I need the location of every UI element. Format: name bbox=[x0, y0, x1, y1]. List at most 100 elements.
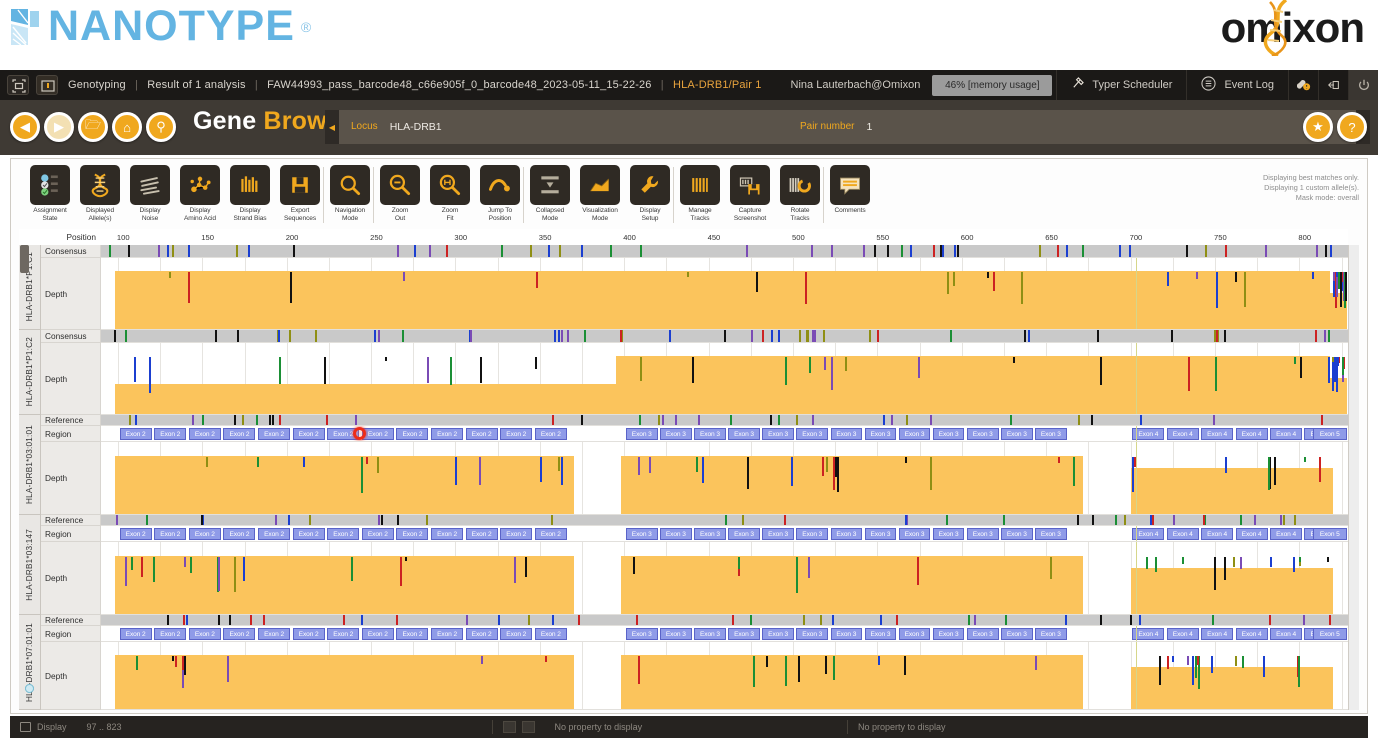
exon-block[interactable]: Exon 4 bbox=[1235, 428, 1268, 440]
exon-block[interactable]: Exon 3 bbox=[728, 628, 760, 640]
exon-block[interactable]: Exon 5 bbox=[1312, 628, 1347, 640]
exon-block[interactable]: Exon 4 bbox=[1132, 528, 1165, 540]
assignment-state-tool[interactable]: Assignment State bbox=[29, 165, 71, 223]
exon-block[interactable]: Exon 4 bbox=[1235, 628, 1268, 640]
exon-block[interactable]: Exon 2 bbox=[188, 528, 221, 540]
export-sequences-tool[interactable]: Export Sequences bbox=[279, 165, 321, 223]
exon-block[interactable]: Exon 3 bbox=[762, 528, 794, 540]
exon-block[interactable]: Exon 2 bbox=[327, 628, 360, 640]
region-track[interactable]: Exon 2 Exon 2 Exon 2 Exon 2 Exon 2 Exon 2 Exon… bbox=[101, 626, 1348, 642]
lane-label[interactable]: HLA-DRB1*P1:C2 bbox=[19, 330, 41, 415]
reference-track[interactable] bbox=[101, 515, 1348, 526]
navigation-mode-tool[interactable]: Navigation Mode bbox=[323, 165, 371, 223]
exon-block[interactable]: Exon 3 bbox=[660, 428, 692, 440]
exon-block[interactable]: Exon 2 bbox=[119, 428, 152, 440]
exon-block[interactable]: Exon 4 bbox=[1235, 528, 1268, 540]
depth-track[interactable] bbox=[101, 343, 1348, 415]
exon-block[interactable]: Exon 2 bbox=[465, 428, 498, 440]
exon-block[interactable]: Exon 2 bbox=[431, 428, 464, 440]
grid-view-icon[interactable] bbox=[521, 721, 535, 733]
breadcrumb-sample[interactable]: FAW44993_pass_barcode48_c66e905f_0_barco… bbox=[267, 79, 652, 91]
exon-block[interactable]: Exon 3 bbox=[728, 428, 760, 440]
exon-block[interactable]: Exon 2 bbox=[258, 628, 291, 640]
exon-block[interactable]: Exon 2 bbox=[119, 628, 152, 640]
memory-usage-chip[interactable]: 46% [memory usage] bbox=[932, 74, 1053, 96]
exon-block[interactable]: Exon 3 bbox=[864, 628, 897, 640]
depth-track[interactable] bbox=[101, 258, 1348, 330]
reference-track[interactable] bbox=[101, 415, 1348, 426]
exon-block[interactable]: Exon 2 bbox=[500, 628, 533, 640]
exon-block[interactable]: Exon 4 bbox=[1166, 528, 1199, 540]
exon-block[interactable]: Exon 3 bbox=[966, 628, 999, 640]
exon-block[interactable]: Exon 3 bbox=[762, 428, 794, 440]
search-button[interactable]: ⚲ bbox=[146, 112, 176, 142]
exon-block[interactable]: Exon 2 bbox=[431, 528, 464, 540]
lane-label[interactable]: HLA-DRB1*07:01:01 bbox=[19, 615, 41, 710]
exon-block[interactable]: Exon 2 bbox=[534, 528, 567, 540]
exon-block[interactable]: Exon 2 bbox=[534, 628, 567, 640]
exon-block[interactable]: Exon 3 bbox=[796, 528, 829, 540]
exon-block[interactable]: Exon 3 bbox=[1035, 628, 1067, 640]
depth-track[interactable] bbox=[101, 642, 1348, 710]
exon-block[interactable]: Exon 2 bbox=[396, 528, 429, 540]
exon-block[interactable]: Exon 4 bbox=[1166, 628, 1199, 640]
status-view-toggles[interactable] bbox=[493, 721, 545, 733]
exon-block[interactable]: Exon 3 bbox=[1001, 528, 1033, 540]
exon-block[interactable]: Exon 2 bbox=[188, 428, 221, 440]
exon-block[interactable]: Exon 2 bbox=[534, 428, 567, 440]
exon-block[interactable]: Exon 2 bbox=[154, 628, 187, 640]
comments-tool[interactable]: Comments bbox=[823, 165, 871, 223]
region-track[interactable]: Exon 2 Exon 2 Exon 2 Exon 2 Exon 2 Exon 2 Exon… bbox=[101, 526, 1348, 542]
exon-block[interactable]: Exon 2 bbox=[154, 528, 187, 540]
rotate-tracks-tool[interactable]: Rotate Tracks bbox=[779, 165, 821, 223]
visualization-mode-tool[interactable]: Visualization Mode bbox=[579, 165, 621, 223]
exon-block[interactable]: Exon 3 bbox=[898, 528, 931, 540]
consensus-track[interactable] bbox=[101, 245, 1348, 258]
exon-block[interactable]: Exon 3 bbox=[898, 628, 931, 640]
event-log-button[interactable]: Event Log bbox=[1186, 70, 1288, 100]
exon-block[interactable]: Exon 2 bbox=[258, 428, 291, 440]
exon-block[interactable]: Exon 3 bbox=[625, 528, 658, 540]
manage-tracks-tool[interactable]: Manage Tracks bbox=[673, 165, 721, 223]
position-cursor[interactable] bbox=[352, 427, 366, 440]
consensus-track[interactable] bbox=[101, 330, 1348, 343]
exon-block[interactable]: Exon 2 bbox=[292, 628, 325, 640]
logout-icon[interactable] bbox=[1318, 70, 1348, 100]
forward-button[interactable]: ▶ bbox=[44, 112, 74, 142]
capture-screenshot-tool[interactable]: Capture Screenshot bbox=[729, 165, 771, 223]
exon-block[interactable]: Exon 4 bbox=[1132, 628, 1165, 640]
exon-block[interactable]: Exon 3 bbox=[864, 528, 897, 540]
exon-block[interactable]: Exon 4 bbox=[1270, 528, 1303, 540]
exon-block[interactable]: Exon 3 bbox=[830, 428, 863, 440]
displayed-alleles-tool[interactable]: Displayed Allele(s) bbox=[79, 165, 121, 223]
pair-number-value[interactable]: 1 bbox=[866, 121, 872, 133]
exon-block[interactable]: Exon 2 bbox=[465, 528, 498, 540]
exon-block[interactable]: Exon 5 bbox=[1312, 528, 1347, 540]
exon-block[interactable]: Exon 2 bbox=[465, 628, 498, 640]
exon-block[interactable]: Exon 2 bbox=[223, 628, 256, 640]
browser-viewport[interactable]: Position 100 150 200 250 300 350 400 450 500 550 60… bbox=[19, 229, 1359, 711]
exon-block[interactable]: Exon 3 bbox=[694, 628, 726, 640]
exon-block[interactable]: Exon 4 bbox=[1201, 528, 1234, 540]
typer-scheduler-button[interactable]: Typer Scheduler bbox=[1056, 70, 1186, 100]
exon-block[interactable]: Exon 2 bbox=[361, 528, 394, 540]
collapsed-mode-tool[interactable]: Collapsed Mode bbox=[523, 165, 571, 223]
locus-value[interactable]: HLA-DRB1 bbox=[390, 121, 442, 133]
display-setup-tool[interactable]: Display Setup bbox=[629, 165, 671, 223]
exon-block[interactable]: Exon 2 bbox=[431, 628, 464, 640]
exon-block[interactable]: Exon 3 bbox=[728, 528, 760, 540]
exon-block[interactable]: Exon 2 bbox=[119, 528, 152, 540]
depth-track[interactable] bbox=[101, 442, 1348, 515]
display-noise-tool[interactable]: Display Noise bbox=[129, 165, 171, 223]
lane-label[interactable]: HLA-DRB1*03:147 bbox=[19, 515, 41, 693]
exon-block[interactable]: Exon 3 bbox=[932, 628, 965, 640]
exon-block[interactable]: Exon 3 bbox=[625, 628, 658, 640]
region-track[interactable]: Exon 2 Exon 2 Exon 2 Exon 2 Exon 2 Exon 2 Exon… bbox=[101, 426, 1348, 442]
open-folder-button[interactable]: 🗁 bbox=[78, 112, 108, 142]
exon-block[interactable]: Exon 3 bbox=[796, 428, 829, 440]
exon-block[interactable]: Exon 2 bbox=[223, 428, 256, 440]
exon-block[interactable]: Exon 3 bbox=[864, 428, 897, 440]
exon-block[interactable]: Exon 2 bbox=[361, 628, 394, 640]
exon-block[interactable]: Exon 4 bbox=[1270, 428, 1303, 440]
exon-block[interactable]: Exon 2 bbox=[292, 428, 325, 440]
